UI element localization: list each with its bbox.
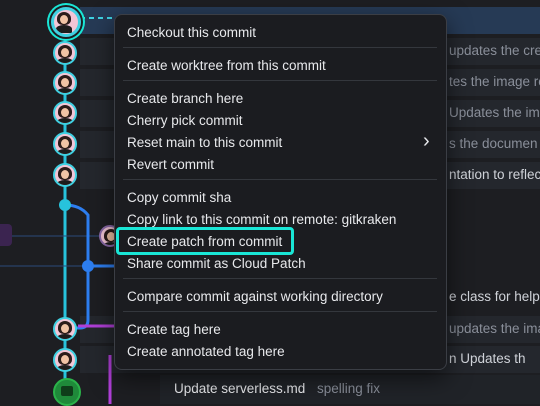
- commit-description: spelling fix: [317, 381, 381, 396]
- menu-separator: [123, 311, 437, 312]
- commit-row[interactable]: Update serverless.md spelling fix: [160, 375, 540, 404]
- commit-message: ntation to reflec: [449, 167, 540, 182]
- commit-message: updates the ima: [449, 321, 540, 336]
- menu-separator: [123, 47, 437, 48]
- laptop-icon: [0, 224, 12, 246]
- chevron-right-icon: ›: [423, 130, 430, 152]
- author-avatar[interactable]: [53, 101, 77, 125]
- menu-item-create-worktree[interactable]: Create worktree from this commit: [127, 58, 326, 73]
- menu-item-cherry-pick[interactable]: Cherry pick commit: [127, 113, 243, 128]
- author-avatar[interactable]: [53, 132, 77, 156]
- author-avatar[interactable]: [51, 7, 81, 37]
- author-avatar[interactable]: [53, 41, 77, 65]
- menu-separator: [123, 278, 437, 279]
- author-avatar[interactable]: [53, 71, 77, 95]
- highlight-callout: [116, 227, 294, 255]
- menu-item-reset[interactable]: Reset main to this commit: [127, 135, 282, 150]
- bot-avatar[interactable]: [53, 378, 81, 406]
- menu-item-create-annotated-tag[interactable]: Create annotated tag here: [127, 344, 285, 359]
- commit-message: tes the image re: [449, 74, 540, 89]
- menu-item-checkout[interactable]: Checkout this commit: [127, 25, 256, 40]
- menu-item-revert[interactable]: Revert commit: [127, 157, 214, 172]
- commit-message: s the documen: [449, 136, 538, 151]
- commit-message: e class for help: [449, 289, 540, 304]
- commit-summary: Update serverless.md: [174, 381, 306, 396]
- menu-item-compare[interactable]: Compare commit against working directory: [127, 289, 383, 304]
- commit-message: n Updates th: [449, 351, 526, 366]
- commit-message: Updates the ima: [449, 105, 540, 120]
- robot-icon: [61, 386, 73, 396]
- menu-separator: [123, 80, 437, 81]
- menu-item-copy-link[interactable]: Copy link to this commit on remote: gitk…: [127, 212, 396, 227]
- commit-node: [59, 199, 71, 211]
- context-menu: Checkout this commit Create worktree fro…: [114, 14, 447, 370]
- menu-item-copy-sha[interactable]: Copy commit sha: [127, 190, 231, 205]
- author-avatar[interactable]: [53, 317, 77, 341]
- menu-item-share-cloud-patch[interactable]: Share commit as Cloud Patch: [127, 256, 306, 271]
- author-avatar[interactable]: [53, 348, 77, 372]
- menu-item-create-branch[interactable]: Create branch here: [127, 91, 243, 106]
- commit-node: [82, 260, 94, 272]
- menu-separator: [123, 179, 437, 180]
- menu-item-create-tag[interactable]: Create tag here: [127, 322, 221, 337]
- commit-message: updates the crea: [449, 43, 540, 58]
- author-avatar[interactable]: [53, 163, 77, 187]
